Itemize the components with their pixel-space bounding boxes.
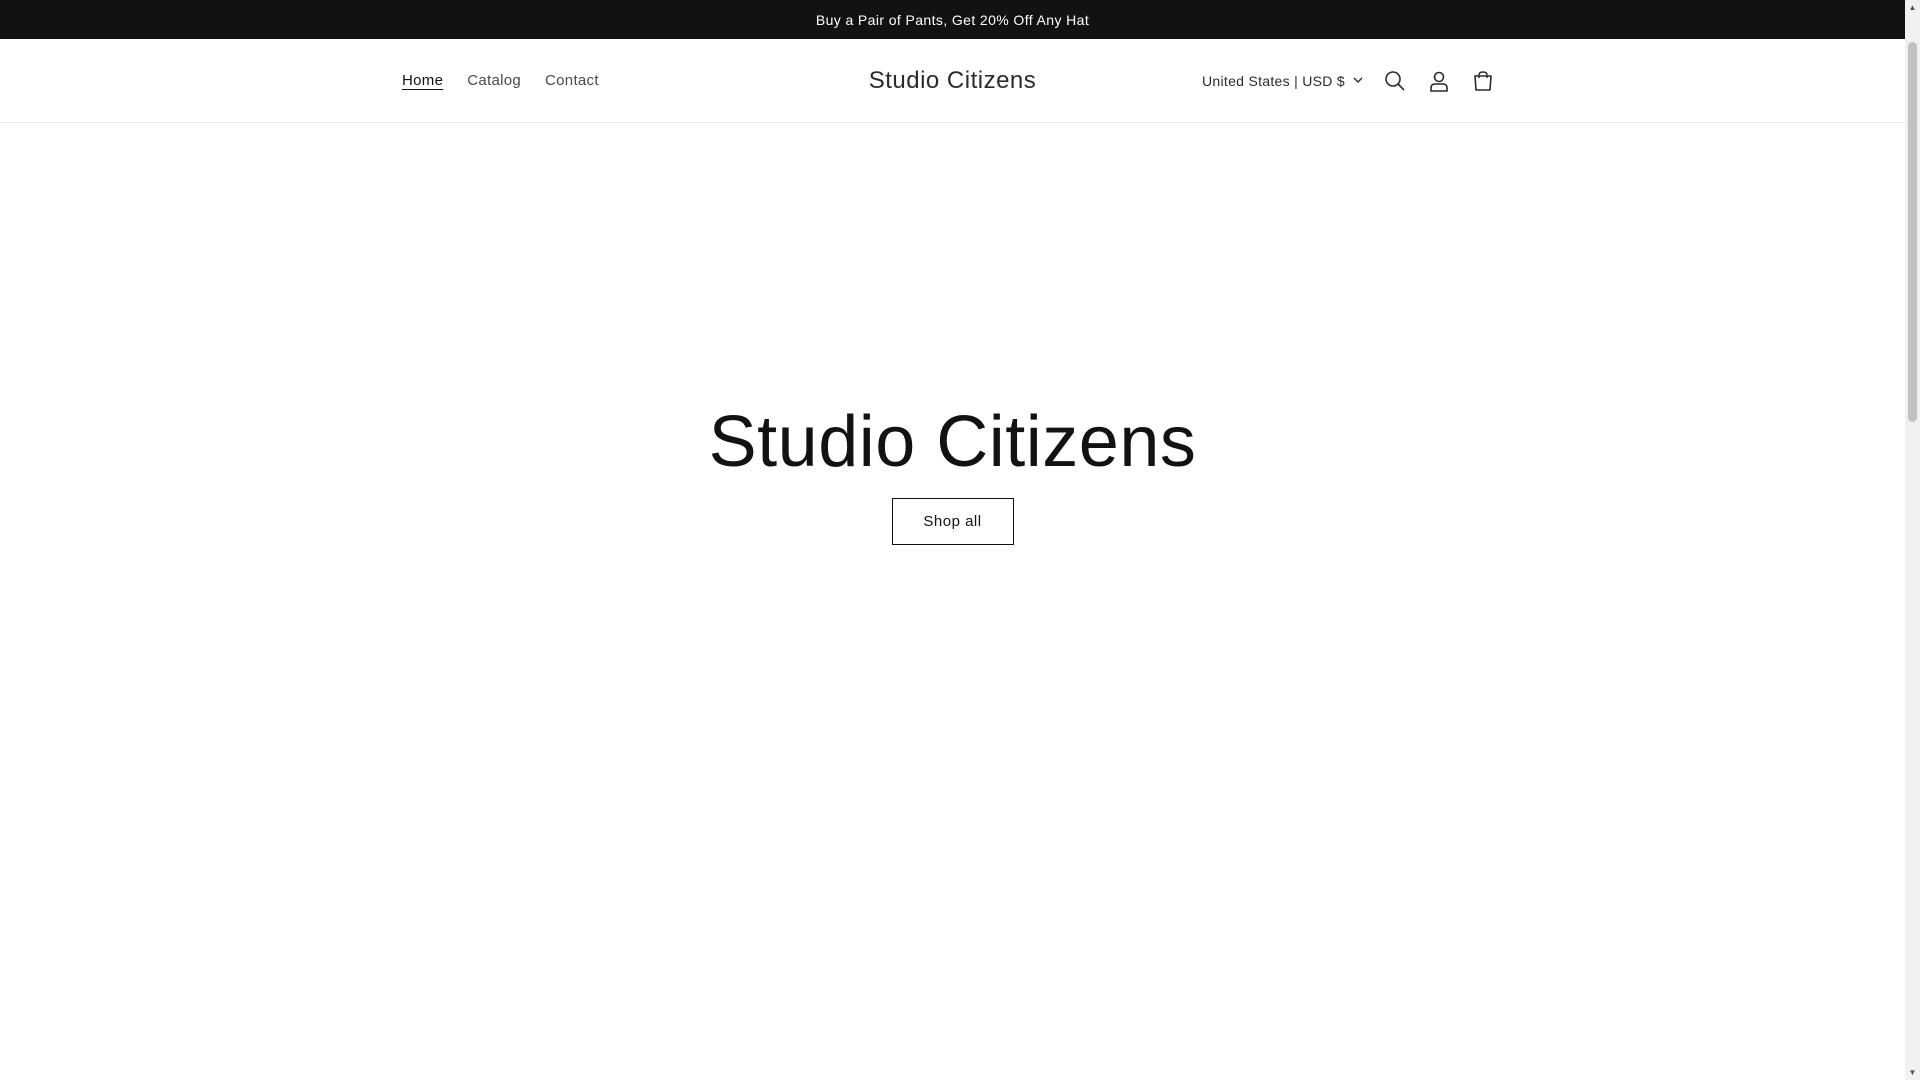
cart-button[interactable] [1461, 59, 1505, 103]
scrollbar-thumb[interactable] [1908, 42, 1917, 422]
chevron-down-icon [1353, 77, 1363, 83]
nav-link-home[interactable]: Home [390, 72, 455, 89]
announcement-bar: Buy a Pair of Pants, Get 20% Off Any Hat [0, 0, 1905, 39]
country-selector[interactable]: United States | USD $ [1202, 73, 1363, 89]
shop-all-button[interactable]: Shop all [891, 498, 1014, 546]
nav-link-catalog[interactable]: Catalog [455, 72, 533, 89]
main-nav: Home Catalog Contact [390, 39, 611, 122]
site-logo[interactable]: Studio Citizens [869, 67, 1037, 95]
vertical-scrollbar[interactable]: ▲ ▼ [1905, 0, 1920, 1080]
nav-link-contact[interactable]: Contact [533, 72, 611, 89]
page: Buy a Pair of Pants, Get 20% Off Any Hat… [0, 0, 1920, 1080]
site-logo-wrapper: Studio Citizens [0, 39, 1905, 122]
scroll-down-arrow-icon[interactable]: ▼ [1905, 1065, 1920, 1080]
announcement-text: Buy a Pair of Pants, Get 20% Off Any Hat [815, 11, 1090, 28]
cart-icon [1474, 70, 1492, 91]
header-actions: United States | USD $ [1202, 39, 1505, 122]
hero-title: Studio Citizens [708, 402, 1197, 482]
scroll-up-arrow-icon[interactable]: ▲ [1905, 0, 1920, 15]
hero-banner: Studio Citizens Shop all [0, 123, 1905, 1080]
account-button[interactable] [1417, 59, 1461, 103]
search-button[interactable] [1373, 59, 1417, 103]
account-icon [1430, 71, 1448, 92]
page-content: Buy a Pair of Pants, Get 20% Off Any Hat… [0, 0, 1905, 1080]
site-header: Home Catalog Contact Studio Citizens Uni… [0, 39, 1905, 123]
country-selector-label: United States | USD $ [1202, 72, 1345, 89]
search-icon [1385, 70, 1405, 91]
